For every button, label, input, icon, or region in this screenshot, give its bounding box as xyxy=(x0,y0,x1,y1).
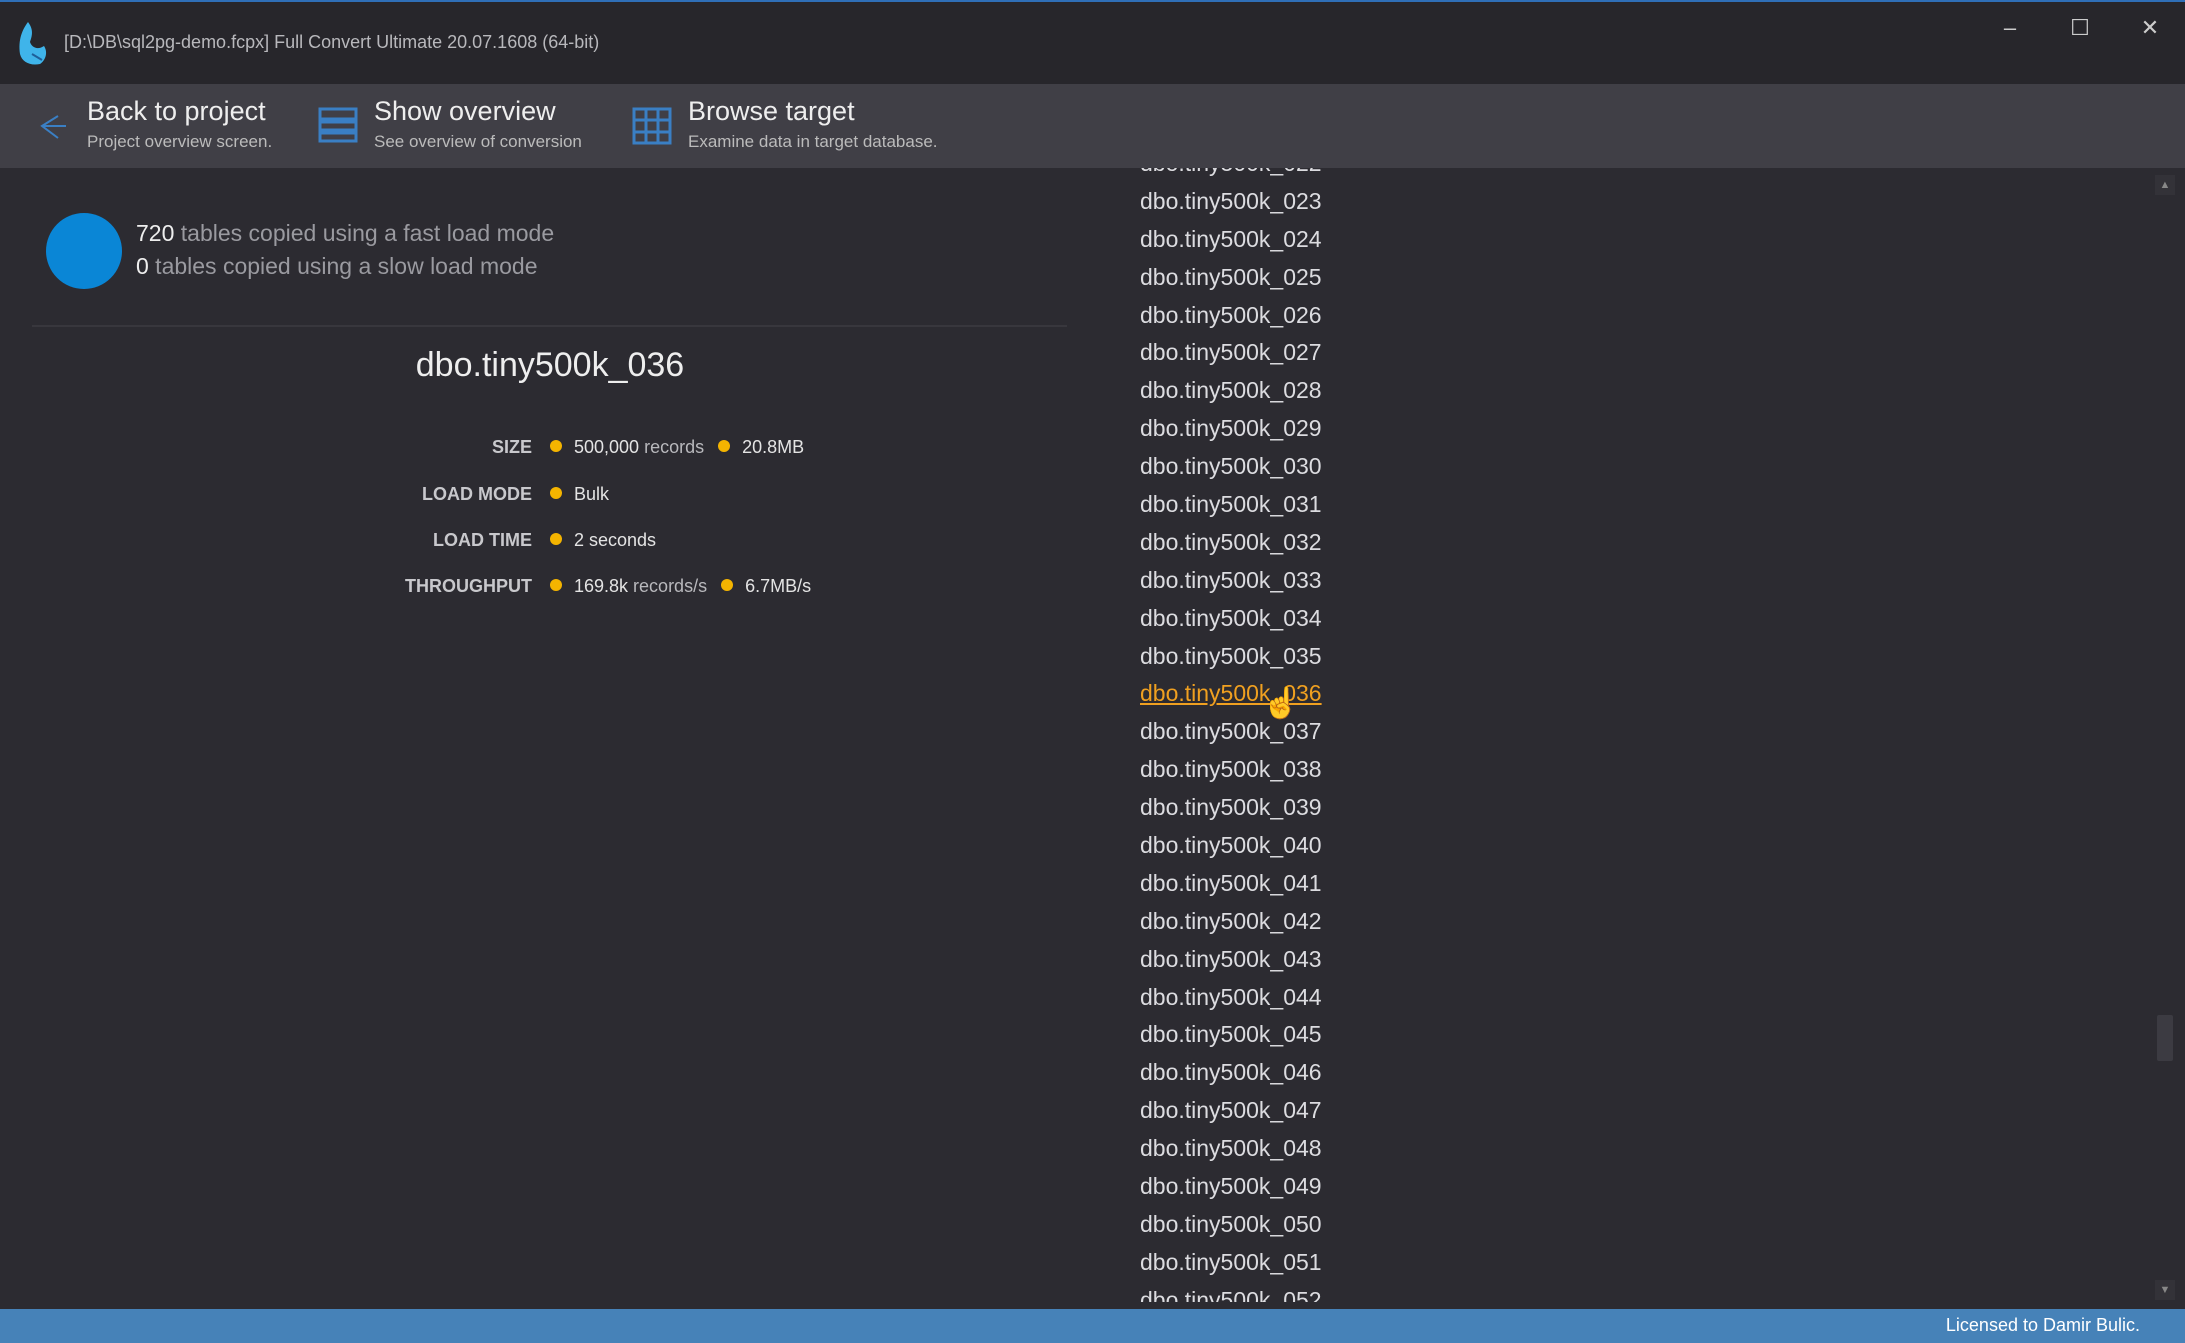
table-list-item[interactable]: dbo.tiny500k_049 xyxy=(1140,1168,1322,1206)
slow-text: tables copied using a slow load mode xyxy=(148,253,538,279)
table-list-item[interactable]: dbo.tiny500k_046 xyxy=(1140,1054,1322,1092)
throughput-records-unit: records/s xyxy=(628,576,708,596)
table-list[interactable]: dbo.tiny500k_022dbo.tiny500k_023dbo.tiny… xyxy=(1100,168,2140,1302)
table-list-item[interactable]: dbo.tiny500k_022 xyxy=(1140,168,1322,183)
table-list-item[interactable]: dbo.tiny500k_033 xyxy=(1140,562,1322,600)
size-records: 500,000 xyxy=(574,437,640,457)
load-time-label: LOAD TIME xyxy=(433,530,532,550)
bullet-icon xyxy=(550,579,562,591)
maximize-button[interactable]: ☐ xyxy=(2060,14,2100,42)
load-mode-row: LOAD MODE Bulk xyxy=(0,480,1100,510)
divider xyxy=(32,325,1067,327)
minimize-button[interactable]: – xyxy=(1990,14,2030,42)
table-list-item[interactable]: dbo.tiny500k_045 xyxy=(1140,1016,1322,1054)
bullet-icon xyxy=(718,440,731,452)
show-overview-title: Show overview xyxy=(374,96,556,126)
scroll-down-button[interactable]: ▼ xyxy=(2155,1280,2175,1300)
table-list-item[interactable]: dbo.tiny500k_039 xyxy=(1140,789,1322,827)
size-label: SIZE xyxy=(491,437,532,457)
table-list-item[interactable]: dbo.tiny500k_029 xyxy=(1140,410,1322,448)
table-list-item[interactable]: dbo.tiny500k_026 xyxy=(1140,297,1322,335)
toolbar: Back to project Project overview screen.… xyxy=(0,84,2185,168)
show-overview-subtitle: See overview of conversion xyxy=(374,132,582,151)
fast-text: tables copied using a fast load mode xyxy=(174,220,555,246)
load-time-value: 2 seconds xyxy=(574,530,657,550)
scroll-thumb[interactable] xyxy=(2157,1015,2173,1061)
grid-icon xyxy=(632,107,672,145)
throughput-label: THROUGHPUT xyxy=(405,576,532,596)
slow-count: 0 xyxy=(136,253,149,279)
back-to-project-button[interactable]: Back to project Project overview screen. xyxy=(30,96,300,158)
table-list-item[interactable]: dbo.tiny500k_024 xyxy=(1140,221,1322,259)
table-list-item[interactable]: dbo.tiny500k_030 xyxy=(1140,448,1322,486)
table-list-item[interactable]: dbo.tiny500k_027 xyxy=(1140,334,1322,372)
table-list-item[interactable]: dbo.tiny500k_038 xyxy=(1140,751,1322,789)
size-bytes: 20.8MB xyxy=(742,437,805,457)
table-list-item[interactable]: dbo.tiny500k_042 xyxy=(1140,903,1322,941)
app-logo-icon xyxy=(19,22,47,65)
size-records-unit: records xyxy=(639,437,705,457)
bullet-icon xyxy=(550,533,562,545)
browse-target-title: Browse target xyxy=(688,96,855,126)
selected-table-name: dbo.tiny500k_036 xyxy=(415,346,685,384)
table-list-item[interactable]: dbo.tiny500k_028 xyxy=(1140,372,1322,410)
overview-icon xyxy=(318,107,358,143)
bullet-icon xyxy=(721,579,734,591)
fast-load-summary: 720 tables copied using a fast load mode xyxy=(136,220,554,247)
browse-target-subtitle: Examine data in target database. xyxy=(688,132,938,151)
browse-target-button[interactable]: Browse target Examine data in target dat… xyxy=(632,96,972,158)
slow-load-summary: 0 tables copied using a slow load mode xyxy=(136,253,537,280)
table-list-item[interactable]: dbo.tiny500k_052 xyxy=(1140,1282,1322,1302)
table-list-item[interactable]: dbo.tiny500k_048 xyxy=(1140,1130,1322,1168)
bullet-icon xyxy=(550,487,562,499)
throughput-bytes: 6.7MB/s xyxy=(745,576,812,596)
table-list-item[interactable]: dbo.tiny500k_041 xyxy=(1140,865,1322,903)
close-button[interactable]: ✕ xyxy=(2130,14,2170,42)
table-list-item[interactable]: dbo.tiny500k_032 xyxy=(1140,524,1322,562)
table-list-item[interactable]: dbo.tiny500k_025 xyxy=(1140,259,1322,297)
table-list-item[interactable]: dbo.tiny500k_043 xyxy=(1140,941,1322,979)
show-overview-button[interactable]: Show overview See overview of conversion xyxy=(318,96,608,158)
throughput-records: 169.8k xyxy=(574,576,629,596)
size-row: SIZE 500,000 records 20.8MB xyxy=(0,433,1100,463)
table-list-item[interactable]: dbo.tiny500k_047 xyxy=(1140,1092,1322,1130)
table-list-item[interactable]: dbo.tiny500k_031 xyxy=(1140,486,1322,524)
table-list-item[interactable]: dbo.tiny500k_051 xyxy=(1140,1244,1322,1282)
back-to-project-title: Back to project xyxy=(87,96,266,126)
bullet-icon xyxy=(550,440,562,452)
load-mode-pie xyxy=(46,213,122,289)
table-list-item[interactable]: dbo.tiny500k_050 xyxy=(1140,1206,1322,1244)
scroll-up-button[interactable]: ▲ xyxy=(2155,175,2175,195)
title-bar: [D:\DB\sql2pg-demo.fcpx] Full Convert Ul… xyxy=(0,0,2185,84)
window-title: [D:\DB\sql2pg-demo.fcpx] Full Convert Ul… xyxy=(64,32,600,52)
load-mode-value: Bulk xyxy=(574,484,610,504)
table-list-item[interactable]: dbo.tiny500k_035 xyxy=(1140,638,1322,676)
load-time-row: LOAD TIME 2 seconds xyxy=(0,526,1100,556)
load-mode-label: LOAD MODE xyxy=(422,484,532,504)
license-text: Licensed to Damir Bulic. xyxy=(1945,1315,2140,1335)
throughput-row: THROUGHPUT 169.8k records/s 6.7MB/s xyxy=(0,572,1100,602)
table-list-item[interactable]: dbo.tiny500k_023 xyxy=(1140,183,1322,221)
table-list-item[interactable]: dbo.tiny500k_034 xyxy=(1140,600,1322,638)
back-to-project-subtitle: Project overview screen. xyxy=(87,132,273,151)
table-list-item[interactable]: dbo.tiny500k_044 xyxy=(1140,979,1322,1017)
arrow-left-icon xyxy=(40,115,66,139)
table-list-item[interactable]: dbo.tiny500k_040 xyxy=(1140,827,1322,865)
hand-cursor-icon: ☝ xyxy=(1262,687,1300,720)
scrollbar[interactable]: ▲ ▼ xyxy=(2155,175,2175,1305)
status-bar: Licensed to Damir Bulic. xyxy=(0,1309,2185,1343)
fast-count: 720 xyxy=(136,220,175,246)
